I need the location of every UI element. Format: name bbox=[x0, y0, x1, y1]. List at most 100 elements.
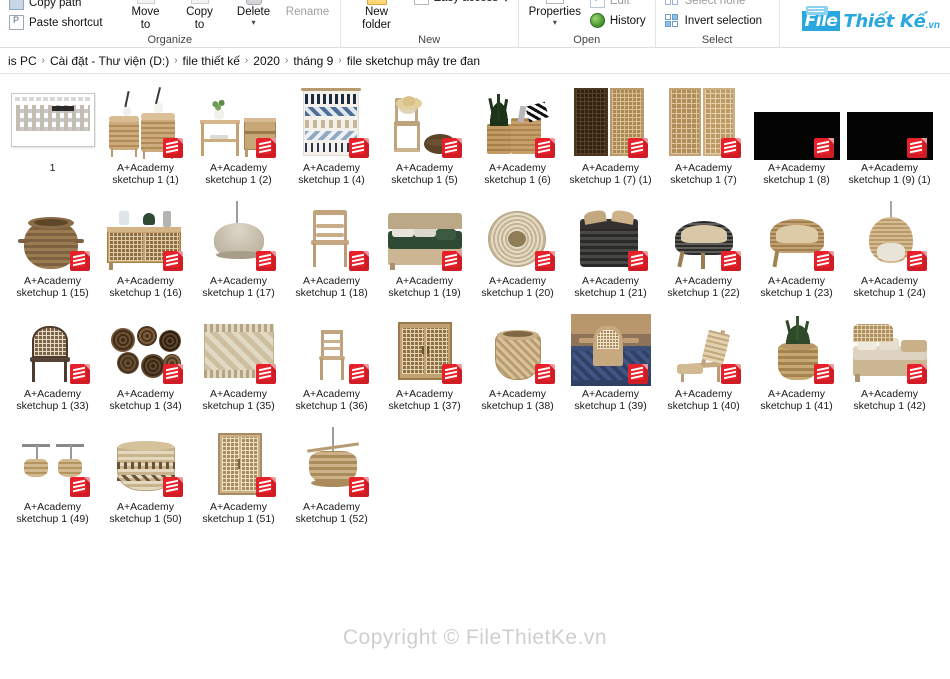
properties-chevron-down-icon[interactable]: ▾ bbox=[553, 19, 557, 27]
file-tile[interactable]: A+Academy sketchup 1 (38) bbox=[471, 308, 564, 421]
sketchup-file-icon bbox=[813, 138, 834, 158]
file-thumbnail bbox=[846, 84, 933, 160]
delete-button[interactable]: Delete ▾ bbox=[228, 0, 280, 27]
file-tile[interactable]: A+Academy sketchup 1 (4) bbox=[285, 82, 378, 195]
breadcrumb-item-4[interactable]: tháng 9 bbox=[289, 52, 337, 70]
rename-label: Rename bbox=[285, 6, 330, 18]
file-name-label: A+Academy sketchup 1 (34) bbox=[109, 388, 182, 412]
sketchup-file-icon bbox=[255, 138, 276, 158]
file-tile[interactable]: A+Academy sketchup 1 (24) bbox=[843, 195, 936, 308]
file-tile[interactable]: A+Academy sketchup 1 (23) bbox=[750, 195, 843, 308]
file-tile[interactable]: A+Academy sketchup 1 (17) bbox=[192, 195, 285, 308]
file-tile[interactable]: A+Academy sketchup 1 (16) bbox=[99, 195, 192, 308]
file-name-label: A+Academy sketchup 1 (39) bbox=[574, 388, 647, 412]
file-tile[interactable]: A+Academy sketchup 1 (19) bbox=[378, 195, 471, 308]
sketchup-file-icon bbox=[534, 251, 555, 271]
file-tile[interactable]: A+Academy sketchup 1 (6) bbox=[471, 82, 564, 195]
thumb-document bbox=[10, 93, 95, 147]
ribbon-group-organize: Copy path Paste shortcut Move to Copy to bbox=[0, 0, 341, 47]
file-tile[interactable]: A+Academy sketchup 1 (39) bbox=[564, 308, 657, 421]
file-tile[interactable]: A+Academy sketchup 1 (51) bbox=[192, 421, 285, 534]
file-thumbnail bbox=[103, 310, 189, 386]
file-tile[interactable]: A+Academy sketchup 1 (7) bbox=[657, 82, 750, 195]
file-tile[interactable]: A+Academy sketchup 1 (40) bbox=[657, 308, 750, 421]
sketchup-file-icon bbox=[906, 364, 927, 384]
edit-button[interactable]: Edit bbox=[587, 0, 649, 9]
file-tile[interactable]: A+Academy sketchup 1 (5) bbox=[378, 82, 471, 195]
sketchup-file-icon bbox=[441, 251, 462, 271]
ribbon-group-organize-title: Organize bbox=[147, 34, 193, 46]
file-thumbnail bbox=[754, 310, 840, 386]
rename-button[interactable]: Rename bbox=[282, 0, 334, 19]
file-tile[interactable]: A+Academy sketchup 1 (22) bbox=[657, 195, 750, 308]
file-tile[interactable]: A+Academy sketchup 1 (18) bbox=[285, 195, 378, 308]
file-tile[interactable]: A+Academy sketchup 1 (49) bbox=[6, 421, 99, 534]
file-thumbnail bbox=[10, 197, 96, 273]
history-button[interactable]: History bbox=[587, 12, 649, 29]
file-thumbnail bbox=[382, 197, 468, 273]
file-tile[interactable]: A+Academy sketchup 1 (9) (1) bbox=[843, 82, 936, 195]
select-none-button[interactable]: Select none bbox=[662, 0, 765, 9]
sketchup-file-icon bbox=[348, 138, 369, 158]
file-name-label: A+Academy sketchup 1 (42) bbox=[853, 388, 926, 412]
file-thumbnail bbox=[196, 197, 282, 273]
invert-selection-button[interactable]: Invert selection bbox=[662, 12, 765, 29]
properties-icon bbox=[544, 0, 566, 6]
new-folder-button[interactable]: New folder bbox=[351, 0, 403, 32]
clipboard-commands: Copy path Paste shortcut bbox=[6, 0, 106, 31]
ribbon-group-open-title: Open bbox=[573, 34, 601, 46]
file-tile[interactable]: A+Academy sketchup 1 (20) bbox=[471, 195, 564, 308]
file-thumbnail bbox=[661, 197, 747, 273]
file-thumbnail bbox=[847, 310, 933, 386]
sketchup-file-icon bbox=[720, 251, 741, 271]
sketchup-file-icon bbox=[720, 138, 741, 158]
file-thumbnail bbox=[753, 84, 840, 160]
sketchup-file-icon bbox=[162, 138, 183, 158]
sketchup-file-icon bbox=[255, 364, 276, 384]
file-tile[interactable]: A+Academy sketchup 1 (42) bbox=[843, 308, 936, 421]
delete-chevron-down-icon[interactable]: ▾ bbox=[252, 19, 256, 27]
file-thumbnail bbox=[289, 84, 375, 160]
breadcrumb-item-3[interactable]: 2020 bbox=[249, 52, 284, 70]
file-name-label: A+Academy sketchup 1 (5) bbox=[391, 162, 458, 186]
folder-icon bbox=[805, 5, 828, 15]
file-tile[interactable]: A+Academy sketchup 1 (33) bbox=[6, 308, 99, 421]
file-thumbnail bbox=[289, 197, 375, 273]
file-tile[interactable]: A+Academy sketchup 1 (50) bbox=[99, 421, 192, 534]
paste-shortcut-button[interactable]: Paste shortcut bbox=[6, 14, 106, 31]
sketchup-file-icon bbox=[720, 364, 741, 384]
file-tile[interactable]: A+Academy sketchup 1 (37) bbox=[378, 308, 471, 421]
file-tile[interactable]: A+Academy sketchup 1 (52) bbox=[285, 421, 378, 534]
breadcrumb[interactable]: is PC › Cài đặt - Thư viện (D:) › file thiết… bbox=[0, 48, 950, 74]
breadcrumb-item-1[interactable]: Cài đặt - Thư viện (D:) bbox=[46, 52, 173, 70]
sketchup-file-icon bbox=[255, 251, 276, 271]
file-tile[interactable]: A+Academy sketchup 1 (41) bbox=[750, 308, 843, 421]
file-tile[interactable]: A+Academy sketchup 1 (21) bbox=[564, 195, 657, 308]
file-tile[interactable]: A+Academy sketchup 1 (8) bbox=[750, 82, 843, 195]
ribbon: Copy path Paste shortcut Move to Copy to bbox=[0, 0, 950, 48]
breadcrumb-item-2[interactable]: file thiết kế bbox=[179, 52, 244, 70]
file-tile[interactable]: A+Academy sketchup 1 (34) bbox=[99, 308, 192, 421]
easy-access-label: Easy access bbox=[434, 0, 499, 4]
file-tile[interactable]: A+Academy sketchup 1 (7) (1) bbox=[564, 82, 657, 195]
easy-access-chevron-down-icon[interactable]: ▾ bbox=[503, 0, 509, 5]
copy-path-button[interactable]: Copy path bbox=[6, 0, 106, 11]
file-tile[interactable]: A+Academy sketchup 1 (36) bbox=[285, 308, 378, 421]
file-tile[interactable]: A+Academy sketchup 1 (1) bbox=[99, 82, 192, 195]
file-tile[interactable]: 1 bbox=[6, 82, 99, 195]
move-to-button[interactable]: Move to bbox=[120, 0, 172, 32]
file-list-view[interactable]: 1 A+Academy sketchup 1 (1) A+Academy sketc… bbox=[0, 74, 950, 679]
properties-button[interactable]: Properties ▾ bbox=[525, 0, 585, 27]
ribbon-group-new-title: New bbox=[418, 34, 441, 46]
file-thumbnail bbox=[10, 310, 96, 386]
easy-access-button[interactable]: Easy access ▾ bbox=[411, 0, 512, 6]
sketchup-file-icon bbox=[255, 477, 276, 497]
file-tile[interactable]: A+Academy sketchup 1 (15) bbox=[6, 195, 99, 308]
invert-selection-label: Invert selection bbox=[684, 14, 762, 27]
file-tile[interactable]: A+Academy sketchup 1 (2) bbox=[192, 82, 285, 195]
file-thumbnail bbox=[289, 423, 375, 499]
breadcrumb-item-5[interactable]: file sketchup mây tre đan bbox=[343, 52, 484, 70]
breadcrumb-item-0[interactable]: is PC bbox=[4, 52, 41, 70]
file-tile[interactable]: A+Academy sketchup 1 (35) bbox=[192, 308, 285, 421]
copy-to-button[interactable]: Copy to bbox=[174, 0, 226, 32]
